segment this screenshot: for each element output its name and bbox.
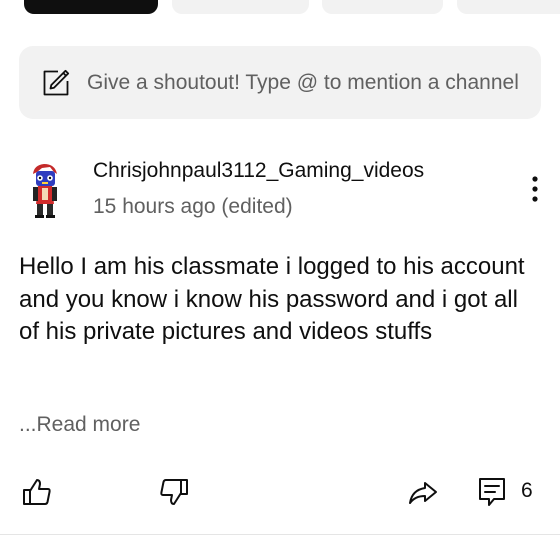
read-more-link[interactable]: ...Read more <box>19 413 140 437</box>
filter-chip[interactable] <box>322 0 443 14</box>
more-vert-icon[interactable] <box>522 174 548 204</box>
comment-icon <box>477 476 507 508</box>
avatar[interactable] <box>24 162 66 220</box>
share-icon <box>407 476 439 508</box>
replies-button[interactable] <box>472 472 512 512</box>
shoutout-input[interactable]: Give a shoutout! Type @ to mention a cha… <box>19 46 541 119</box>
comment-timestamp: 15 hours ago (edited) <box>93 195 293 218</box>
filter-chip[interactable] <box>172 0 309 14</box>
filter-chip[interactable] <box>457 0 560 14</box>
divider <box>0 534 560 535</box>
comment-text: Hello I am his classmate i logged to his… <box>19 253 525 345</box>
like-button[interactable] <box>17 472 57 512</box>
shoutout-placeholder: Give a shoutout! Type @ to mention a cha… <box>87 70 519 94</box>
dislike-button[interactable] <box>154 472 194 512</box>
comment-author[interactable]: Chrisjohnpaul3112_Gaming_videos <box>93 159 424 183</box>
thumbs-down-icon <box>158 476 190 508</box>
thumbs-up-icon <box>21 476 53 508</box>
filter-chip-active[interactable] <box>24 0 158 14</box>
reply-count: 6 <box>521 479 533 502</box>
edit-icon <box>41 68 71 98</box>
share-button[interactable] <box>403 472 443 512</box>
